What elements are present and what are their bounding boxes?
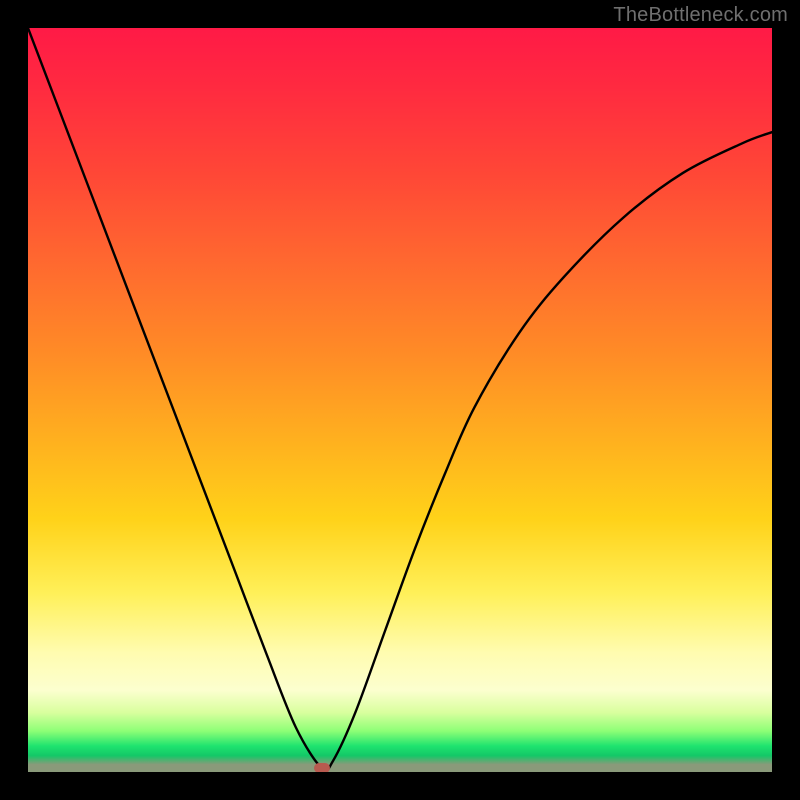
plot-area xyxy=(28,28,772,772)
minimum-marker xyxy=(314,763,330,772)
watermark-text: TheBottleneck.com xyxy=(613,4,788,27)
bottleneck-curve xyxy=(28,28,772,772)
chart-frame: TheBottleneck.com xyxy=(0,0,800,800)
curve-path xyxy=(28,28,772,771)
